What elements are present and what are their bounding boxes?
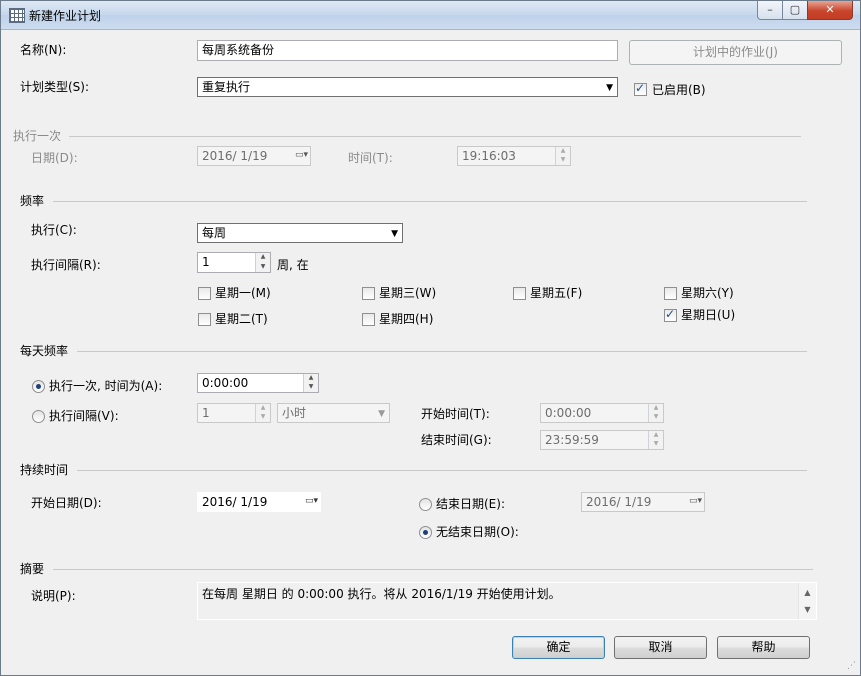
frequency-group-label: 频率: [20, 194, 45, 208]
summary-group-label: 摘要: [20, 562, 45, 576]
start-time-value: 0:00:00: [545, 406, 592, 420]
one-time-date-picker[interactable]: 2016/ 1/19 ▭▾: [197, 146, 311, 166]
divider: [77, 470, 807, 471]
friday-checkbox[interactable]: [513, 287, 526, 300]
one-time-time-value: 19:16:03: [462, 149, 516, 163]
chevron-down-icon: ▼: [391, 229, 398, 239]
divider: [77, 351, 807, 352]
ok-button[interactable]: 确定: [512, 636, 605, 659]
description-text: 在每周 星期日 的 0:00:00 执行。将从 2016/1/19 开始使用计划…: [202, 587, 561, 601]
description-textarea[interactable]: 在每周 星期日 的 0:00:00 执行。将从 2016/1/19 开始使用计划…: [197, 582, 817, 620]
wednesday-checkbox[interactable]: [362, 287, 375, 300]
maximize-button[interactable]: ▢: [782, 1, 808, 20]
occurs-label: 执行(C):: [31, 223, 77, 237]
start-time-input[interactable]: 0:00:00 ▲ ▼: [540, 403, 664, 423]
chevron-down-icon: ▼: [378, 409, 385, 419]
occurs-every-label: 执行间隔(V):: [49, 409, 119, 423]
chevron-down-icon: ▼: [606, 83, 613, 93]
jobs-in-schedule-button[interactable]: 计划中的作业(J): [629, 40, 842, 65]
one-time-time-label: 时间(T):: [348, 151, 393, 165]
occurs-every-value: 1: [202, 406, 210, 420]
start-date-picker[interactable]: 2016/ 1/19 ▭▾: [197, 492, 321, 512]
one-time-time-input[interactable]: 19:16:03 ▲ ▼: [457, 146, 571, 166]
start-date-label: 开始日期(D):: [31, 496, 102, 510]
interval-unit-value: 小时: [282, 406, 307, 420]
recurs-spinner[interactable]: ▲ ▼: [255, 253, 270, 272]
table-icon: [9, 8, 25, 23]
minimize-button[interactable]: –: [757, 1, 783, 20]
recurs-every-value: 1: [202, 255, 210, 269]
schedule-dialog: 新建作业计划 – ▢ ✕ 名称(N): 每周系统备份 计划中的作业(J) 计划类…: [0, 0, 861, 676]
occurs-once-time-value: 0:00:00: [202, 376, 249, 390]
one-time-date-label: 日期(D):: [31, 151, 78, 165]
interval-unit-select[interactable]: 小时 ▼: [277, 403, 390, 423]
tuesday-label: 星期二(T): [215, 312, 268, 326]
time-spinner[interactable]: ▲ ▼: [648, 431, 663, 449]
end-date-picker[interactable]: 2016/ 1/19 ▭▾: [581, 492, 705, 512]
name-label: 名称(N):: [20, 43, 67, 57]
monday-label: 星期一(M): [215, 286, 271, 300]
thursday-checkbox[interactable]: [362, 313, 375, 326]
occurs-select[interactable]: 每周 ▼: [197, 223, 403, 243]
friday-label: 星期五(F): [530, 286, 583, 300]
calendar-icon: ▭▾: [688, 496, 702, 506]
thursday-label: 星期四(H): [379, 312, 434, 326]
title-bar: 新建作业计划 – ▢ ✕: [1, 1, 860, 30]
occurs-value: 每周: [202, 226, 227, 240]
end-date-radio[interactable]: [419, 498, 432, 511]
interval-spinner[interactable]: ▲ ▼: [255, 404, 270, 422]
recurs-every-label: 执行间隔(R):: [31, 258, 101, 272]
start-time-label: 开始时间(T):: [421, 407, 490, 421]
occurs-every-input[interactable]: 1 ▲ ▼: [197, 403, 271, 423]
time-spinner[interactable]: ▲ ▼: [303, 374, 318, 392]
divider: [53, 569, 813, 570]
schedule-type-select[interactable]: 重复执行 ▼: [197, 77, 618, 97]
calendar-icon: ▭▾: [304, 496, 318, 506]
occurs-once-time-input[interactable]: 0:00:00 ▲ ▼: [197, 373, 319, 393]
recurs-suffix: 周, 在: [277, 258, 309, 272]
tuesday-checkbox[interactable]: [198, 313, 211, 326]
end-date-label: 结束日期(E):: [436, 497, 505, 511]
wednesday-label: 星期三(W): [379, 286, 437, 300]
schedule-type-value: 重复执行: [202, 80, 251, 94]
enabled-label: 已启用(B): [652, 83, 706, 97]
resize-grip-icon[interactable]: ⋰: [847, 661, 859, 673]
close-button[interactable]: ✕: [807, 1, 853, 20]
start-date-value: 2016/ 1/19: [202, 495, 268, 509]
end-time-label: 结束时间(G):: [421, 433, 492, 447]
duration-group-label: 持续时间: [20, 463, 69, 477]
one-time-group-label: 执行一次: [13, 129, 62, 143]
calendar-icon: ▭▾: [294, 150, 308, 160]
recurs-every-input[interactable]: 1 ▲ ▼: [197, 252, 271, 273]
end-time-input[interactable]: 23:59:59 ▲ ▼: [540, 430, 664, 450]
no-end-date-radio[interactable]: [419, 526, 432, 539]
description-scrollbar[interactable]: ▲ ▼: [798, 583, 816, 619]
divider: [53, 201, 807, 202]
sunday-checkbox[interactable]: [664, 307, 677, 322]
schedule-type-label: 计划类型(S):: [20, 80, 90, 94]
saturday-checkbox[interactable]: [664, 287, 677, 300]
divider: [69, 136, 801, 137]
monday-checkbox[interactable]: [198, 287, 211, 300]
scroll-up-icon[interactable]: ▲: [799, 588, 816, 597]
help-button[interactable]: 帮助: [717, 636, 810, 659]
window-title: 新建作业计划: [29, 9, 102, 23]
end-time-value: 23:59:59: [545, 433, 599, 447]
description-label: 说明(P):: [31, 589, 76, 603]
name-input[interactable]: 每周系统备份: [197, 40, 618, 61]
sunday-label: 星期日(U): [681, 308, 736, 322]
end-date-value: 2016/ 1/19: [586, 495, 652, 509]
time-spinner[interactable]: ▲ ▼: [555, 147, 570, 165]
occurs-once-radio[interactable]: [32, 380, 45, 393]
occurs-every-radio[interactable]: [32, 410, 45, 423]
daily-frequency-group-label: 每天频率: [20, 344, 69, 358]
one-time-date-value: 2016/ 1/19: [202, 149, 268, 163]
cancel-button[interactable]: 取消: [614, 636, 707, 659]
enabled-checkbox[interactable]: [634, 81, 647, 96]
scroll-down-icon[interactable]: ▼: [799, 605, 816, 614]
no-end-date-label: 无结束日期(O):: [436, 525, 519, 539]
saturday-label: 星期六(Y): [681, 286, 734, 300]
occurs-once-label: 执行一次, 时间为(A):: [49, 379, 163, 393]
time-spinner[interactable]: ▲ ▼: [648, 404, 663, 422]
